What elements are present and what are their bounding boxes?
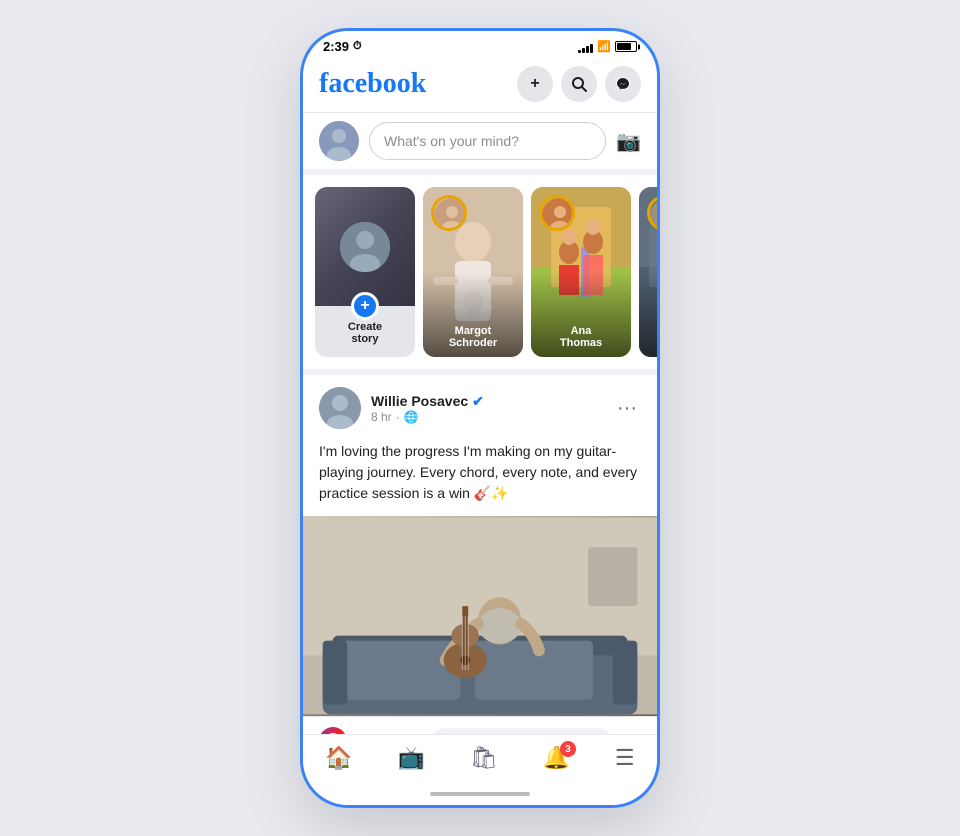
story-avatar-margot — [431, 195, 467, 231]
post-meta: 8 hr · 🌐 — [371, 410, 484, 424]
bottom-nav: 🏠 📺 🛍 🔔 3 ☰ — [303, 734, 657, 783]
nav-menu[interactable]: ☰ — [603, 741, 647, 775]
home-icon: 🏠 — [325, 745, 352, 771]
signal-bars-icon — [578, 41, 593, 53]
post-image — [303, 516, 657, 716]
post-author-name: Willie Posavec ✔ — [371, 393, 484, 410]
stories-section: + Createstory — [303, 175, 657, 375]
post-image-svg — [303, 516, 657, 716]
meta-ai-logo — [319, 727, 347, 734]
search-icon — [571, 76, 587, 92]
story-name-margot: MargotSchroder — [423, 325, 523, 349]
scroll-content[interactable]: facebook + — [303, 58, 657, 734]
nav-home[interactable]: 🏠 — [313, 741, 364, 775]
status-bar: 2:39 ⏱ 📶 — [303, 31, 657, 58]
messenger-icon — [615, 76, 631, 92]
home-indicator — [303, 783, 657, 805]
create-story-avatar — [340, 222, 390, 272]
phone-frame: 2:39 ⏱ 📶 facebook — [300, 28, 660, 808]
post-text: I'm loving the progress I'm making on my… — [303, 437, 657, 516]
post-input[interactable]: What's on your mind? — [369, 122, 606, 160]
add-button[interactable]: + — [517, 66, 553, 102]
stories-scroll: + Createstory — [303, 183, 657, 361]
camera-icon[interactable]: 📷 — [616, 129, 641, 154]
nav-notifications[interactable]: 🔔 3 — [531, 741, 582, 775]
video-icon: 📺 — [398, 745, 425, 771]
header-actions: + — [517, 66, 641, 102]
marketplace-icon: 🛍 — [470, 745, 498, 771]
story-avatar-ana — [539, 195, 575, 231]
post-more-button[interactable]: ··· — [613, 393, 641, 424]
status-icons: 📶 — [578, 40, 637, 53]
story-card-reem[interactable]: ReemKum... — [639, 187, 657, 357]
battery-icon — [615, 41, 637, 52]
post-avatar — [319, 387, 361, 429]
story-card-margot[interactable]: MargotSchroder — [423, 187, 523, 357]
wifi-icon: 📶 — [597, 40, 611, 53]
app-header: facebook + — [303, 58, 657, 113]
post-placeholder: What's on your mind? — [384, 133, 519, 149]
menu-icon: ☰ — [615, 745, 635, 771]
story-card-ana[interactable]: AnaThomas — [531, 187, 631, 357]
audience-icon: 🌐 — [404, 410, 419, 424]
facebook-logo: facebook — [319, 68, 426, 100]
meta-ai-bar: Ask Meta AI Popular guitar songs to play… — [303, 716, 657, 734]
nav-video[interactable]: 📺 — [386, 741, 437, 775]
post-header: Willie Posavec ✔ 8 hr · 🌐 ··· — [303, 375, 657, 437]
post-bar: What's on your mind? 📷 — [303, 113, 657, 175]
phone-inner: 2:39 ⏱ 📶 facebook — [303, 31, 657, 805]
create-story-label: Createstory — [344, 317, 386, 349]
feed-post: Willie Posavec ✔ 8 hr · 🌐 ··· I'm lovin — [303, 375, 657, 734]
verified-badge-icon: ✔ — [472, 393, 484, 410]
clock-icon: ⏱ — [353, 40, 362, 53]
notifications-badge: 3 — [560, 741, 576, 757]
create-story-card[interactable]: + Createstory — [315, 187, 415, 357]
story-name-reem: ReemKum... — [639, 325, 657, 349]
create-story-plus-icon: + — [351, 292, 379, 320]
status-time: 2:39 — [323, 39, 349, 54]
story-name-ana: AnaThomas — [531, 325, 631, 349]
user-avatar — [319, 121, 359, 161]
nav-marketplace[interactable]: 🛍 — [458, 741, 510, 775]
post-author-info: Willie Posavec ✔ 8 hr · 🌐 — [319, 387, 484, 429]
home-bar — [430, 792, 530, 796]
messenger-button[interactable] — [605, 66, 641, 102]
search-button[interactable] — [561, 66, 597, 102]
create-story-top: + — [315, 187, 415, 306]
